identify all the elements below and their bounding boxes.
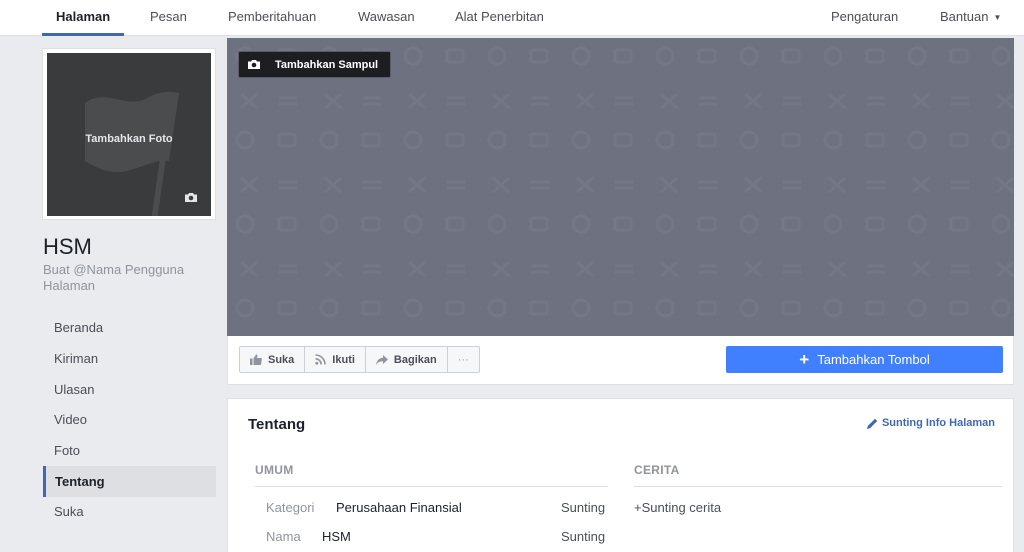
sidebar-item-posts[interactable]: Kiriman bbox=[43, 343, 216, 374]
profile-picture[interactable]: Tambahkan Foto bbox=[42, 48, 216, 220]
add-cover-label: Tambahkan Sampul bbox=[275, 58, 379, 71]
camera-icon[interactable] bbox=[184, 192, 198, 203]
add-button-cta[interactable]: + Tambahkan Tombol bbox=[726, 346, 1003, 373]
cover-photo-area[interactable]: Tambahkan Sampul bbox=[227, 38, 1014, 336]
follow-label: Ikuti bbox=[332, 353, 355, 366]
thumbs-up-icon bbox=[250, 354, 262, 365]
edit-page-info-link[interactable]: Sunting Info Halaman bbox=[866, 417, 995, 429]
share-label: Bagikan bbox=[393, 353, 437, 366]
profile-picture-placeholder: Tambahkan Foto bbox=[47, 53, 211, 216]
nav-tab-notifications[interactable]: Pemberitahuan bbox=[228, 0, 316, 36]
add-button-label: Tambahkan Tombol bbox=[817, 352, 930, 367]
more-options-button[interactable]: ··· bbox=[448, 347, 479, 372]
sidebar-item-about[interactable]: Tentang bbox=[43, 466, 216, 497]
sidebar-item-likes[interactable]: Suka bbox=[43, 496, 216, 527]
nav-help[interactable]: Bantuan ▼ bbox=[940, 0, 1001, 36]
nav-tab-page[interactable]: Halaman bbox=[42, 0, 125, 36]
page-title: HSM bbox=[43, 234, 92, 259]
story-section-header: CERITA bbox=[634, 463, 680, 477]
category-value: Perusahaan Finansial bbox=[336, 500, 462, 515]
page-action-buttons: Suka Ikuti Bagikan ··· bbox=[239, 346, 480, 373]
name-value: HSM bbox=[322, 529, 351, 544]
share-arrow-icon bbox=[375, 354, 388, 365]
camera-icon bbox=[248, 60, 260, 69]
like-button[interactable]: Suka bbox=[240, 347, 306, 372]
add-cover-button[interactable]: Tambahkan Sampul bbox=[238, 51, 392, 78]
flag-icon bbox=[85, 91, 179, 216]
nav-tab-publishing-tools[interactable]: Alat Penerbitan bbox=[455, 0, 544, 36]
follow-button[interactable]: Ikuti bbox=[305, 347, 366, 372]
edit-story-link[interactable]: +Sunting cerita bbox=[634, 500, 721, 515]
share-button[interactable]: Bagikan bbox=[366, 347, 448, 372]
sidebar-item-videos[interactable]: Video bbox=[43, 404, 216, 435]
category-label: Kategori bbox=[266, 500, 315, 515]
general-section-header: UMUM bbox=[255, 463, 294, 477]
sidebar-item-reviews[interactable]: Ulasan bbox=[43, 374, 216, 405]
nav-tab-insights[interactable]: Wawasan bbox=[358, 0, 415, 36]
name-label: Nama bbox=[266, 529, 301, 544]
edit-page-info-label: Sunting Info Halaman bbox=[881, 417, 995, 429]
sidebar-item-photos[interactable]: Foto bbox=[43, 435, 216, 466]
nav-tab-messages[interactable]: Pesan bbox=[150, 0, 187, 36]
top-navigation: Halaman Pesan Pemberitahuan Wawasan Alat… bbox=[0, 0, 1024, 36]
add-photo-label[interactable]: Tambahkan Foto bbox=[47, 133, 211, 145]
about-panel: Tentang Sunting Info Halaman UMUM CERITA… bbox=[227, 398, 1014, 552]
like-label: Suka bbox=[268, 353, 295, 366]
pencil-icon bbox=[866, 418, 878, 429]
sidebar-item-home[interactable]: Beranda bbox=[43, 312, 216, 343]
cover-pattern bbox=[227, 38, 1014, 336]
nav-help-label: Bantuan bbox=[940, 9, 989, 24]
general-divider bbox=[255, 486, 608, 487]
caret-down-icon: ▼ bbox=[993, 13, 1002, 22]
create-username-link[interactable]: Buat @Nama Pengguna Halaman bbox=[43, 262, 213, 294]
nav-settings[interactable]: Pengaturan bbox=[831, 0, 898, 36]
page-action-bar: Suka Ikuti Bagikan ··· + Tambahkan Tombo… bbox=[227, 336, 1014, 385]
plus-icon: + bbox=[799, 350, 810, 369]
rss-icon bbox=[315, 354, 327, 365]
about-title: Tentang bbox=[248, 416, 306, 433]
edit-name-link[interactable]: Sunting bbox=[561, 529, 605, 544]
edit-category-link[interactable]: Sunting bbox=[561, 500, 605, 515]
story-divider bbox=[634, 486, 1002, 487]
